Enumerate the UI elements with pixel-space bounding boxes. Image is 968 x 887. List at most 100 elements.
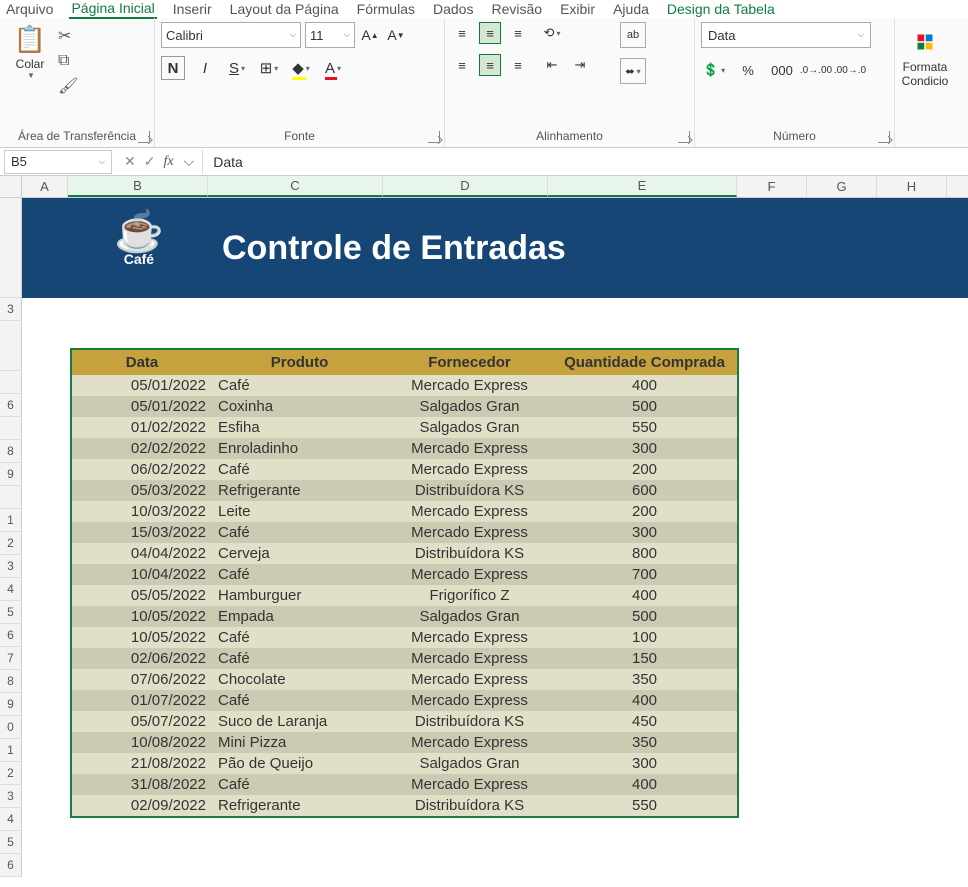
row-header[interactable]: 6 — [0, 394, 22, 417]
table-row[interactable]: 10/05/2022EmpadaSalgados Gran500 — [72, 606, 737, 627]
tab-design-tabela[interactable]: Design da Tabela — [665, 1, 777, 17]
row-header[interactable]: 7 — [0, 647, 22, 670]
cell-data[interactable]: 31/08/2022 — [72, 774, 212, 795]
tab-formulas[interactable]: Fórmulas — [355, 1, 417, 17]
cell-data[interactable]: 05/03/2022 — [72, 480, 212, 501]
row-header[interactable]: 9 — [0, 463, 22, 486]
cell-data[interactable]: 15/03/2022 — [72, 522, 212, 543]
cell-quantidade[interactable]: 200 — [552, 501, 737, 522]
cell-fornecedor[interactable]: Mercado Express — [387, 564, 552, 585]
th-produto[interactable]: Produto — [212, 350, 387, 375]
cell-fornecedor[interactable]: Mercado Express — [387, 627, 552, 648]
cell-data[interactable]: 01/07/2022 — [72, 690, 212, 711]
percent-format-icon[interactable]: % — [735, 58, 761, 82]
cell-quantidade[interactable]: 300 — [552, 753, 737, 774]
th-fornecedor[interactable]: Fornecedor — [387, 350, 552, 375]
align-center-icon[interactable]: ≡ — [479, 54, 501, 76]
table-row[interactable]: 21/08/2022Pão de QueijoSalgados Gran300 — [72, 753, 737, 774]
orientation-icon[interactable]: ⟲▾ — [541, 22, 563, 44]
dialog-launcher-icon[interactable] — [878, 131, 890, 143]
tab-dados[interactable]: Dados — [431, 1, 475, 17]
cell-produto[interactable]: Coxinha — [212, 396, 387, 417]
cell-fornecedor[interactable]: Mercado Express — [387, 375, 552, 396]
decrease-indent-icon[interactable]: ⇤ — [541, 54, 563, 76]
cell-fornecedor[interactable]: Mercado Express — [387, 690, 552, 711]
col-header-E[interactable]: E — [548, 176, 737, 197]
italic-button[interactable]: I — [193, 56, 217, 80]
table-row[interactable]: 02/06/2022CaféMercado Express150 — [72, 648, 737, 669]
row-header[interactable] — [0, 486, 22, 509]
row-header[interactable]: 3 — [0, 785, 22, 808]
cell-fornecedor[interactable]: Distribuídora KS — [387, 480, 552, 501]
table-row[interactable]: 05/01/2022CaféMercado Express400 — [72, 375, 737, 396]
cell-fornecedor[interactable]: Mercado Express — [387, 669, 552, 690]
table-row[interactable]: 02/02/2022EnroladinhoMercado Express300 — [72, 438, 737, 459]
table-row[interactable]: 10/05/2022CaféMercado Express100 — [72, 627, 737, 648]
cells-area[interactable]: ☕ Café Controle de Entradas Data Produto… — [22, 198, 968, 877]
tab-layout[interactable]: Layout da Página — [228, 1, 341, 17]
col-header-D[interactable]: D — [383, 176, 548, 197]
dialog-launcher-icon[interactable] — [678, 131, 690, 143]
row-header[interactable]: 1 — [0, 739, 22, 762]
cell-quantidade[interactable]: 500 — [552, 396, 737, 417]
cell-produto[interactable]: Café — [212, 627, 387, 648]
tab-inserir[interactable]: Inserir — [171, 1, 214, 17]
cell-produto[interactable]: Cerveja — [212, 543, 387, 564]
align-right-icon[interactable]: ≡ — [507, 54, 529, 76]
table-row[interactable]: 31/08/2022CaféMercado Express400 — [72, 774, 737, 795]
cell-quantidade[interactable]: 400 — [552, 774, 737, 795]
font-color-button[interactable]: A▾ — [321, 56, 345, 80]
row-header[interactable] — [0, 371, 22, 394]
row-header[interactable]: 5 — [0, 601, 22, 624]
row-header[interactable]: 8 — [0, 670, 22, 693]
dialog-launcher-icon[interactable] — [138, 131, 150, 143]
tab-exibir[interactable]: Exibir — [558, 1, 597, 17]
cell-fornecedor[interactable]: Salgados Gran — [387, 396, 552, 417]
number-format-select[interactable]: Data ⌵ — [701, 22, 871, 48]
cell-produto[interactable]: Café — [212, 690, 387, 711]
row-header[interactable]: 3 — [0, 298, 22, 321]
cell-fornecedor[interactable]: Mercado Express — [387, 648, 552, 669]
cell-fornecedor[interactable]: Mercado Express — [387, 501, 552, 522]
cell-data[interactable]: 05/05/2022 — [72, 585, 212, 606]
align-bottom-icon[interactable]: ≡ — [507, 22, 529, 44]
row-header[interactable] — [0, 198, 22, 298]
borders-button[interactable]: ⊞▾ — [257, 56, 281, 80]
paste-button[interactable]: 📋 Colar ▼ — [6, 22, 54, 82]
cell-fornecedor[interactable]: Distribuídora KS — [387, 711, 552, 732]
bold-button[interactable]: N — [161, 56, 185, 80]
cell-quantidade[interactable]: 800 — [552, 543, 737, 564]
row-header[interactable]: 8 — [0, 440, 22, 463]
cell-quantidade[interactable]: 550 — [552, 417, 737, 438]
cell-quantidade[interactable]: 550 — [552, 795, 737, 816]
cell-produto[interactable]: Refrigerante — [212, 795, 387, 816]
cell-fornecedor[interactable]: Mercado Express — [387, 774, 552, 795]
comma-format-icon[interactable]: 000 — [769, 58, 795, 82]
cell-quantidade[interactable]: 400 — [552, 375, 737, 396]
row-header[interactable] — [0, 321, 22, 371]
cell-data[interactable]: 02/09/2022 — [72, 795, 212, 816]
formula-input[interactable]: Data — [202, 150, 968, 174]
cell-produto[interactable]: Mini Pizza — [212, 732, 387, 753]
row-header[interactable]: 2 — [0, 762, 22, 785]
table-row[interactable]: 01/02/2022EsfihaSalgados Gran550 — [72, 417, 737, 438]
col-header-C[interactable]: C — [208, 176, 383, 197]
align-top-icon[interactable]: ≡ — [451, 22, 473, 44]
table-row[interactable]: 02/09/2022RefrigeranteDistribuídora KS55… — [72, 795, 737, 816]
cell-fornecedor[interactable]: Distribuídora KS — [387, 795, 552, 816]
cell-quantidade[interactable]: 200 — [552, 459, 737, 480]
table-row[interactable]: 05/05/2022HamburguerFrigorífico Z400 — [72, 585, 737, 606]
cell-produto[interactable]: Café — [212, 648, 387, 669]
font-size-select[interactable]: 11 ⌵ — [305, 22, 355, 48]
decrease-decimal-icon[interactable]: .00→.0 — [837, 58, 863, 82]
cell-produto[interactable]: Chocolate — [212, 669, 387, 690]
cell-fornecedor[interactable]: Salgados Gran — [387, 417, 552, 438]
cell-produto[interactable]: Café — [212, 459, 387, 480]
row-header[interactable]: 4 — [0, 808, 22, 831]
cell-data[interactable]: 10/08/2022 — [72, 732, 212, 753]
cell-data[interactable]: 02/06/2022 — [72, 648, 212, 669]
fx-icon[interactable]: fx — [163, 154, 173, 170]
cell-quantidade[interactable]: 450 — [552, 711, 737, 732]
tab-arquivo[interactable]: Arquivo — [4, 1, 55, 17]
cell-quantidade[interactable]: 500 — [552, 606, 737, 627]
